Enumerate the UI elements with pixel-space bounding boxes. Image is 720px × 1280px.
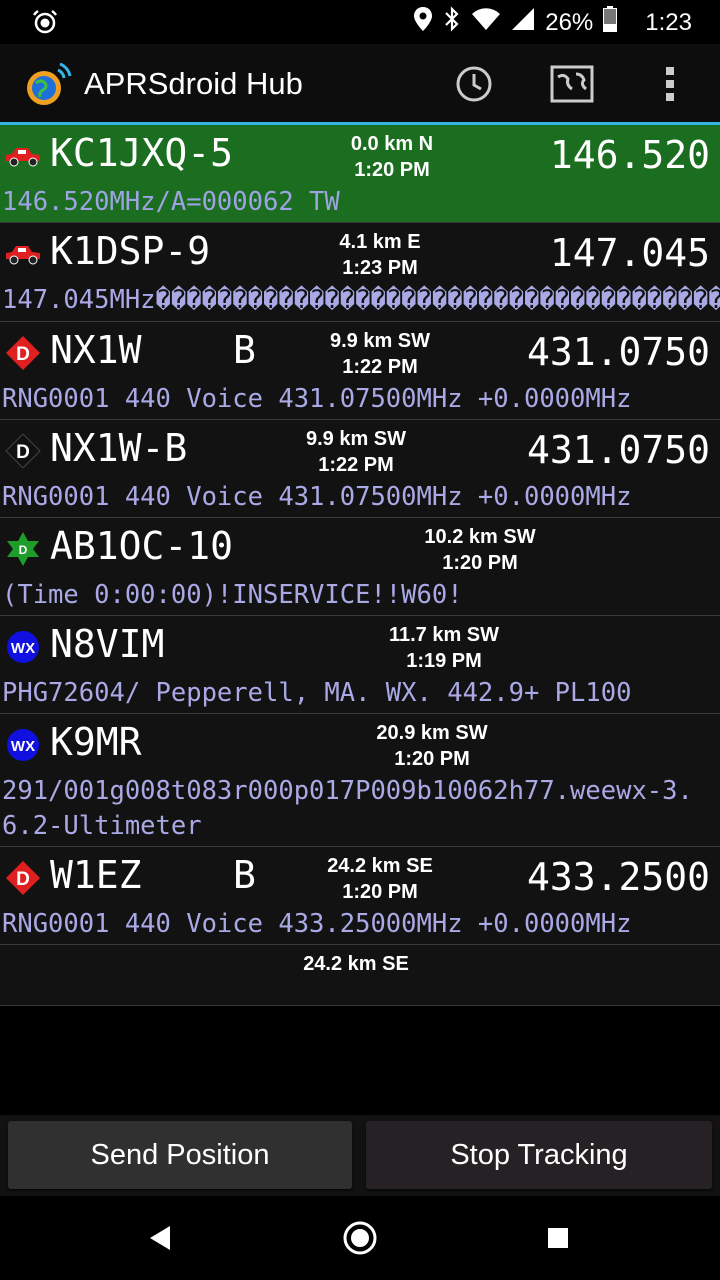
station-distance: 10.2 km SW [424,526,536,548]
station-row[interactable]: D AB1OC-10 10.2 km SW 1:20 PM (Time 0:00… [0,518,720,616]
svg-text:D: D [16,869,30,890]
station-time: 1:20 PM [342,881,418,903]
battery-percent: 26% [545,8,594,36]
overflow-menu-icon[interactable] [646,60,694,108]
station-time: 1:20 PM [394,748,470,770]
car-icon [4,237,42,271]
station-frequency: 431.0750 [526,330,710,374]
location-icon [413,6,433,39]
bluetooth-icon [443,6,461,39]
station-time: 1:22 PM [342,356,418,378]
car-icon [4,139,42,173]
dstar-black-icon: D [4,433,42,469]
aprsdroid-logo-icon [20,56,76,112]
wifi-icon [471,7,501,38]
app-title: APRSdroid Hub [84,66,303,101]
station-row[interactable]: KC1JXQ-5 0.0 km N 1:20 PM 146.520 146.52… [0,125,720,223]
station-time: 1:20 PM [442,552,518,574]
svg-text:WX: WX [11,738,35,755]
station-callsign: AB1OC-10 [50,524,234,568]
station-time: 1:22 PM [318,454,394,476]
station-distance: 0.0 km N [350,133,434,155]
clock-icon[interactable] [450,60,498,108]
send-position-button[interactable]: Send Position [8,1121,352,1189]
recents-icon[interactable] [536,1216,580,1260]
svg-text:D: D [19,543,28,557]
station-comment: 147.045MHz������������������������������… [2,285,720,315]
station-row[interactable]: K1DSP-9 4.1 km E 1:23 PM 147.045 147.045… [0,223,720,322]
station-frequency: 146.520 [549,133,710,177]
station-distance: 24.2 km SE [327,855,433,877]
station-callsign: N8VIM [50,622,165,666]
svg-text:D: D [16,442,30,463]
battery-icon [603,6,618,39]
station-distance: 9.9 km SW [329,330,431,352]
station-comment: RNG0001 440 Voice 433.25000MHz +0.0000MH… [2,909,632,939]
map-icon[interactable] [548,60,596,108]
stop-tracking-button[interactable]: Stop Tracking [366,1121,712,1189]
station-frequency: 147.045 [549,231,710,275]
weather-station-icon: WX [4,630,42,664]
station-comment: PHG72604/ Pepperell, MA. WX. 442.9+ PL10… [2,678,632,708]
clock-time: 1:23 [645,8,692,36]
station-distance: 24.2 km SE [303,953,409,975]
station-time: 1:23 PM [342,257,418,279]
signal-icon [511,7,535,38]
station-frequency: 433.2500 [526,855,710,899]
station-row[interactable]: D NX1W-B 9.9 km SW 1:22 PM 431.0750 RNG0… [0,420,720,518]
svg-text:D: D [16,344,30,365]
station-callsign: W1EZ B [50,853,256,897]
dstar-red-icon: D [4,336,42,370]
action-bar: Send Position Stop Tracking [0,1115,720,1197]
station-comment: RNG0001 440 Voice 431.07500MHz +0.0000MH… [2,482,632,512]
station-distance: 4.1 km E [339,231,421,253]
station-row[interactable]: WX K9MR 20.9 km SW 1:20 PM 291/001g008t0… [0,714,720,847]
weather-station-icon: WX [4,728,42,762]
station-callsign: K1DSP-9 [50,229,211,273]
back-icon[interactable] [138,1216,182,1260]
station-callsign: K9MR [50,720,142,764]
station-comment: 291/001g008t083r000p017P009b10062h77.wee… [2,776,693,841]
gps-tracking-icon [30,8,60,42]
station-time: 1:19 PM [406,650,482,672]
app-bar: APRSdroid Hub [0,44,720,124]
station-callsign: NX1W-B [50,426,188,470]
station-distance: 9.9 km SW [305,428,407,450]
station-row[interactable]: 24.2 km SE [0,945,720,1006]
station-time: 1:20 PM [354,159,430,181]
station-distance: 20.9 km SW [376,722,488,744]
station-distance: 11.7 km SW [388,624,500,646]
station-row[interactable]: WX N8VIM 11.7 km SW 1:19 PM PHG72604/ Pe… [0,616,720,714]
station-comment: 146.520MHz/A=000062 TW [2,187,340,217]
station-row[interactable]: D NX1W B 9.9 km SW 1:22 PM 431.0750 RNG0… [0,322,720,420]
station-list[interactable]: KC1JXQ-5 0.0 km N 1:20 PM 146.520 146.52… [0,125,720,1115]
station-callsign: KC1JXQ-5 [50,131,234,175]
svg-text:WX: WX [11,640,35,657]
station-frequency: 431.0750 [526,428,710,472]
dstar-star-icon: D [4,532,42,566]
station-comment: (Time 0:00:00)!INSERVICE!!W60! [2,580,463,610]
home-icon[interactable] [338,1216,382,1260]
station-callsign: NX1W B [50,328,256,372]
dstar-red-icon: D [4,861,42,895]
status-bar: 26% 1:23 [0,0,720,44]
station-row[interactable]: D W1EZ B 24.2 km SE 1:20 PM 433.2500 RNG… [0,847,720,945]
station-comment: RNG0001 440 Voice 431.07500MHz +0.0000MH… [2,384,632,414]
navigation-bar [0,1196,720,1280]
